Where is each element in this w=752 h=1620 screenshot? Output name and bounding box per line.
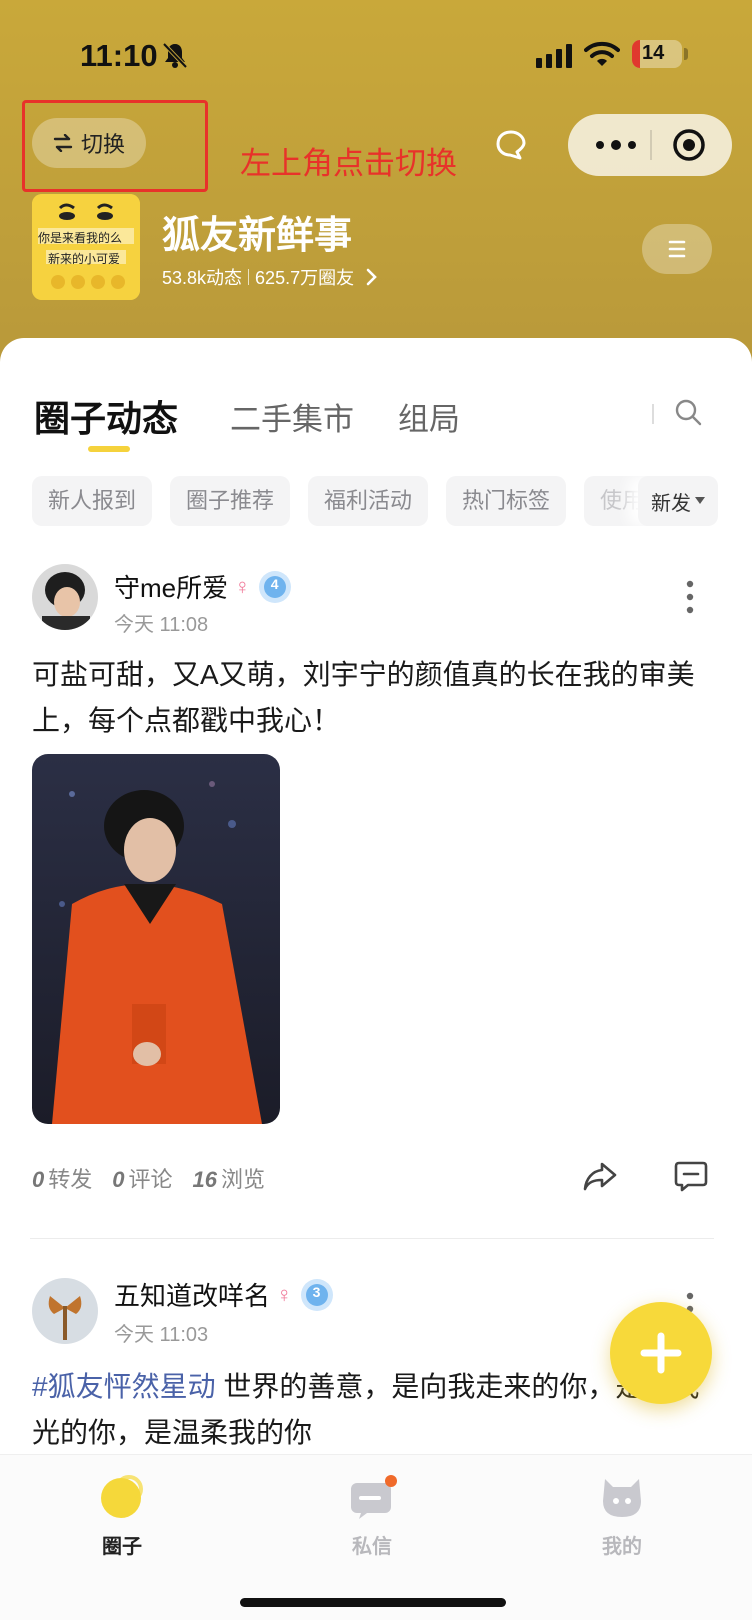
caret-down-icon: [695, 497, 705, 504]
share-icon[interactable]: [582, 1160, 618, 1192]
level-number: 3: [312, 1283, 321, 1300]
tag-chip[interactable]: 新人报到: [32, 476, 153, 526]
nav-me[interactable]: 我的: [572, 1473, 672, 1559]
tab-meetups[interactable]: 组局: [398, 394, 460, 439]
tag-chip[interactable]: 热门标签: [446, 476, 567, 526]
comment-icon[interactable]: [674, 1160, 708, 1192]
wifi-icon: [584, 41, 620, 66]
chevron-right-icon: [366, 268, 377, 286]
level-badge: 3: [299, 1277, 335, 1313]
female-icon: ♀: [234, 573, 251, 599]
group-avatar[interactable]: 你是来看我的么 新来的小可爱: [32, 194, 140, 300]
bottom-nav: 圈子 私信 我的: [0, 1454, 752, 1620]
avatar-photo: [32, 1278, 98, 1344]
post-divider: [30, 1238, 714, 1239]
sort-label: 新发: [651, 492, 691, 515]
members-count: 625.7万圈友: [255, 268, 355, 288]
post-time: 今天 11:08: [114, 614, 209, 636]
close-miniapp-icon[interactable]: [672, 128, 706, 162]
group-name: 狐友新鲜事: [162, 215, 353, 257]
nav-label: 圈子: [102, 1536, 142, 1558]
circle-tab-icon: [101, 1475, 143, 1518]
post-time: 今天 11:03: [114, 1324, 209, 1346]
group-avatar-art: [32, 194, 140, 300]
group-menu-button[interactable]: [642, 224, 712, 274]
avatar-text-2: 新来的小可爱: [48, 252, 121, 266]
plus-icon: [640, 1332, 682, 1374]
bell-muted-icon: [162, 42, 188, 69]
battery-tip: [684, 48, 688, 60]
battery-fill: [632, 40, 640, 68]
battery-level: 14: [642, 42, 665, 64]
post-text: 可盐可甜，又A又萌，刘宇宁的颜值真的长在我的审美上，每个点都戳中我心！: [32, 659, 695, 736]
signal-icon: [536, 44, 572, 68]
hashtag-link[interactable]: #狐友怦然星动: [32, 1371, 216, 1402]
status-bar: 11:10 14: [0, 28, 752, 82]
annotation-text: 左上角点击切换: [240, 146, 457, 181]
avatar-text-1: 你是来看我的么: [38, 231, 123, 245]
level-badge: 4: [257, 569, 293, 605]
comment-count: 0 评论: [112, 1167, 173, 1192]
tag-chip[interactable]: 圈子推荐: [170, 476, 291, 526]
profile-tab-icon: [603, 1479, 641, 1517]
post-author[interactable]: 守me所爱 ♀ 4: [114, 568, 293, 605]
author-name: 守me所爱: [114, 573, 229, 603]
nav-label: 私信: [352, 1536, 392, 1558]
create-post-button[interactable]: [610, 1302, 712, 1404]
message-tab-icon: [351, 1475, 397, 1519]
post-stats: 0 转发 0 评论 16 浏览: [32, 1162, 265, 1194]
home-indicator: [240, 1598, 506, 1607]
more-options-icon[interactable]: [592, 130, 640, 160]
capsule-divider: [650, 130, 652, 160]
active-tab-indicator: [88, 446, 130, 452]
nav-messages[interactable]: 私信: [322, 1473, 422, 1559]
user-avatar[interactable]: [32, 1278, 98, 1344]
avatar-photo: [32, 564, 98, 630]
annotation-box: [22, 100, 208, 192]
tabs-divider: [652, 404, 654, 424]
tag-chip[interactable]: 福利活动: [308, 476, 429, 526]
female-icon: ♀: [276, 1281, 293, 1307]
battery-indicator: 14: [632, 40, 682, 68]
menu-icon: [668, 240, 686, 258]
level-number: 4: [270, 575, 279, 592]
more-vertical-icon[interactable]: [682, 580, 698, 614]
tab-circle-feed[interactable]: 圈子动态: [34, 390, 178, 442]
nav-label: 我的: [602, 1536, 642, 1558]
miniapp-capsule: [568, 114, 732, 176]
post-image[interactable]: [32, 754, 280, 1124]
sort-dropdown[interactable]: 新发: [638, 476, 718, 526]
user-avatar[interactable]: [32, 564, 98, 630]
chat-bubble-icon: [496, 130, 526, 160]
repost-count: 0 转发: [32, 1167, 93, 1192]
stats-separator: [248, 269, 250, 285]
post-author[interactable]: 五知道改咩名 ♀ 3: [114, 1276, 335, 1313]
nav-circle[interactable]: 圈子: [72, 1473, 172, 1559]
posts-count: 53.8k动态: [162, 268, 243, 288]
post-photo: [32, 754, 280, 1124]
author-name: 五知道改咩名: [114, 1281, 271, 1311]
search-icon[interactable]: [674, 398, 702, 426]
group-stats[interactable]: 53.8k动态 625.7万圈友: [162, 264, 378, 290]
status-time: 11:10: [80, 38, 158, 73]
view-count: 16 浏览: [192, 1167, 266, 1192]
tab-second-hand-market[interactable]: 二手集市: [230, 394, 354, 439]
